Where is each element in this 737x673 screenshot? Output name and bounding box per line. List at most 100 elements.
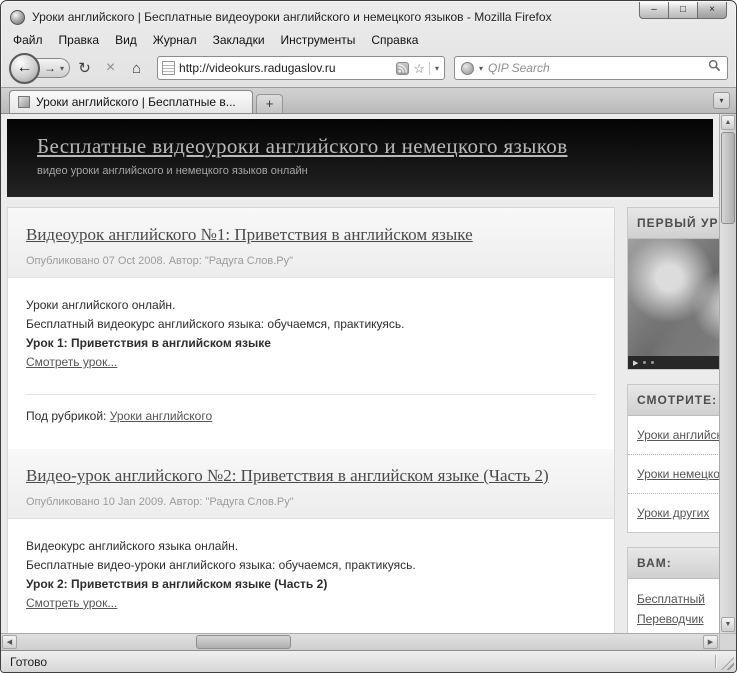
post-1-category-label: Под рубрикой: (26, 409, 106, 423)
forward-icon: → (44, 61, 56, 75)
tab-active[interactable]: Уроки английского | Бесплатные в... (9, 90, 253, 113)
location-bar[interactable]: http://videokurs.radugaslov.ru ☆ ▾ (157, 56, 445, 80)
menu-view[interactable]: Вид (107, 31, 145, 49)
back-button[interactable]: ← (9, 53, 40, 84)
sidebar-link-translator[interactable]: Переводчик (637, 612, 704, 626)
scroll-right-icon[interactable]: ▶ (703, 635, 718, 649)
sidebar-first-lesson-header: ПЕРВЫЙ УРОК (628, 208, 719, 239)
post-1-category-link[interactable]: Уроки английского (110, 409, 212, 423)
vertical-scrollbar[interactable]: ▲ ▼ (719, 114, 736, 633)
post-1-header: Видеоурок английского №1: Приветствия в … (8, 208, 614, 278)
video-progress-dot (651, 361, 654, 364)
scrollbar-corner (719, 633, 736, 650)
menu-bookmarks[interactable]: Закладки (205, 31, 273, 49)
bookmark-star-icon[interactable]: ☆ (413, 62, 425, 75)
minimize-button[interactable]: – (639, 2, 669, 19)
menu-help[interactable]: Справка (363, 31, 426, 49)
close-button[interactable]: × (697, 2, 727, 19)
maximize-button[interactable]: □ (668, 2, 698, 19)
search-bar: ▾ (454, 56, 728, 80)
post-1-watch-link[interactable]: Смотреть урок... (26, 355, 117, 369)
post-2-bold-line: Урок 2: Приветствия в английском языке (… (26, 575, 596, 594)
search-engine-icon[interactable] (461, 62, 474, 75)
stop-button[interactable]: × (99, 57, 122, 80)
sidebar: ПЕРВЫЙ УРОК ▶ СМОТРИТЕ: (627, 207, 719, 633)
site-identity-icon[interactable] (162, 61, 175, 75)
horizontal-scrollbar[interactable]: ◀ ▶ (1, 633, 719, 650)
reload-icon: ↻ (78, 59, 91, 77)
sidebar-watch-links: Уроки английского Уроки немецкого Уроки … (628, 416, 719, 532)
scroll-down-icon[interactable]: ▼ (721, 617, 735, 632)
search-input[interactable] (488, 61, 703, 75)
page-columns: Видеоурок английского №1: Приветствия в … (1, 197, 719, 633)
status-bar: Готово (1, 650, 736, 672)
resize-grip[interactable] (721, 657, 734, 670)
vertical-scrollbar-thumb[interactable] (721, 132, 735, 224)
scroll-up-icon[interactable]: ▲ (721, 115, 735, 130)
sidebar-watch-box: СМОТРИТЕ: Уроки английского Уроки немецк… (627, 384, 719, 533)
navigation-toolbar: ← → ▾ ↻ × ⌂ http://videokurs.radugaslov.… (1, 51, 736, 87)
home-icon: ⌂ (132, 60, 141, 77)
post-1: Видеоурок английского №1: Приветствия в … (8, 208, 614, 423)
search-engine-dropdown-icon[interactable]: ▾ (479, 64, 483, 73)
post-2-watch-link[interactable]: Смотреть урок... (26, 596, 117, 610)
post-1-meta: Опубликовано 07 Oct 2008. Автор: "Радуга… (26, 255, 596, 267)
post-2-line-1: Видеокурс английского языка онлайн. (26, 537, 596, 556)
video-player-controls[interactable]: ▶ (628, 356, 719, 369)
rss-feed-icon[interactable] (396, 62, 409, 75)
browser-window: Уроки английского | Бесплатные видеоурок… (0, 0, 737, 673)
firefox-icon (10, 10, 25, 25)
forward-button[interactable]: → ▾ (35, 58, 70, 78)
location-dropdown-icon[interactable]: ▾ (429, 62, 440, 75)
home-button[interactable]: ⌂ (125, 57, 148, 80)
post-1-body: Уроки английского онлайн. Бесплатный вид… (8, 278, 614, 376)
post-2-title-link[interactable]: Видео-урок английского №2: Приветствия в… (26, 466, 549, 485)
menu-history[interactable]: Журнал (145, 31, 205, 49)
scroll-left-icon[interactable]: ◀ (2, 635, 17, 649)
post-2-meta: Опубликовано 10 Jan 2009. Автор: "Радуга… (26, 496, 596, 508)
menu-bar: Файл Правка Вид Журнал Закладки Инструме… (1, 29, 736, 51)
horizontal-scrollbar-thumb[interactable] (196, 635, 291, 649)
site-subtitle: видео уроки английского и немецкого язык… (37, 165, 703, 177)
post-1-category-row: Под рубрикой: Уроки английского (26, 394, 596, 423)
browser-content: Бесплатные видеоуроки английского и неме… (1, 113, 736, 650)
video-thumbnail[interactable]: ▶ (628, 239, 719, 369)
page-viewport: Бесплатные видеоуроки английского и неме… (1, 114, 719, 633)
site-header: Бесплатные видеоуроки английского и неме… (7, 119, 713, 197)
sidebar-watch-header: СМОТРИТЕ: (628, 385, 719, 416)
list-all-tabs-icon[interactable]: ▾ (713, 92, 730, 109)
list-item: Уроки немецкого (628, 455, 719, 494)
sidebar-link-other[interactable]: Уроки других (637, 506, 709, 520)
site-title-link[interactable]: Бесплатные видеоуроки английского и неме… (37, 134, 568, 158)
sidebar-link-german[interactable]: Уроки немецкого (637, 467, 719, 481)
menu-file[interactable]: Файл (5, 31, 51, 49)
new-tab-button[interactable]: + (256, 94, 283, 113)
url-text[interactable]: http://videokurs.radugaslov.ru (179, 61, 392, 75)
tab-favicon-icon (18, 96, 30, 108)
stop-icon: × (106, 59, 115, 77)
menu-edit[interactable]: Правка (51, 31, 108, 49)
menu-tools[interactable]: Инструменты (273, 31, 364, 49)
list-item: Уроки других (628, 494, 719, 532)
history-dropdown-icon[interactable]: ▾ (60, 64, 64, 73)
post-1-line-1: Уроки английского онлайн. (26, 296, 596, 315)
magnifier-icon[interactable] (708, 59, 721, 77)
post-2: Видео-урок английского №2: Приветствия в… (8, 449, 614, 617)
reload-button[interactable]: ↻ (73, 57, 96, 80)
main-column: Видеоурок английского №1: Приветствия в … (7, 207, 615, 633)
sidebar-vam-links: Бесплатный Переводчик (628, 579, 719, 633)
video-progress-dot (643, 361, 646, 364)
sidebar-vam-header: ВАМ: (628, 548, 719, 579)
post-2-header: Видео-урок английского №2: Приветствия в… (8, 449, 614, 519)
list-item: Уроки английского (628, 416, 719, 455)
play-icon[interactable]: ▶ (633, 359, 638, 367)
tab-label: Уроки английского | Бесплатные в... (36, 95, 236, 109)
sidebar-link-english[interactable]: Уроки английского (637, 428, 719, 442)
post-1-title-link[interactable]: Видеоурок английского №1: Приветствия в … (26, 225, 473, 244)
post-1-bold-line: Урок 1: Приветствия в английском языке (26, 334, 596, 353)
title-bar[interactable]: Уроки английского | Бесплатные видеоурок… (1, 1, 736, 29)
tab-strip: Уроки английского | Бесплатные в... + ▾ (1, 87, 736, 113)
window-controls: – □ × (640, 2, 727, 19)
sidebar-link-free[interactable]: Бесплатный (637, 592, 705, 606)
sidebar-vam-box: ВАМ: Бесплатный Переводчик (627, 547, 719, 633)
